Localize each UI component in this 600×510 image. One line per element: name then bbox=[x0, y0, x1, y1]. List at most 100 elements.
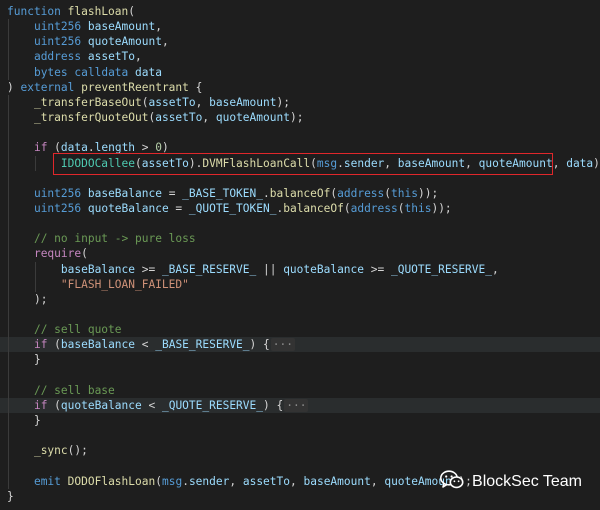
code-token: data bbox=[135, 65, 162, 79]
code-token: baseAmount bbox=[209, 95, 277, 109]
code-line: _transferQuoteOut(assetTo, quoteAmount); bbox=[0, 110, 600, 125]
code-token: } bbox=[33, 353, 41, 367]
code-line: "FLASH_LOAN_FAILED" bbox=[0, 277, 600, 292]
code-token: "FLASH_LOAN_FAILED" bbox=[60, 277, 189, 291]
code-token: uint256 bbox=[33, 201, 82, 215]
code-line: _sync(); bbox=[0, 443, 600, 458]
code-token: , bbox=[370, 474, 385, 488]
code-token: flashLoan bbox=[67, 5, 129, 18]
code-token: function bbox=[7, 5, 61, 18]
code-token: _transferBaseOut bbox=[33, 95, 142, 109]
indent-guide bbox=[8, 19, 9, 80]
indent-guide bbox=[8, 94, 9, 489]
code-line: uint256 quoteBalance = _QUOTE_TOKEN_.bal… bbox=[0, 201, 600, 216]
code-token: } bbox=[7, 489, 14, 503]
code-token: baseBalance bbox=[60, 262, 135, 276]
code-token: external bbox=[20, 80, 75, 94]
code-line: ); bbox=[0, 292, 600, 307]
code-token: this bbox=[404, 201, 432, 215]
code-token: || bbox=[256, 262, 284, 276]
code-token: >= bbox=[134, 262, 162, 276]
code-line: if (quoteBalance < _QUOTE_RESERVE_) {··· bbox=[0, 397, 600, 413]
code-token: ); bbox=[593, 156, 600, 170]
code-token: require bbox=[33, 247, 82, 261]
code-token: quoteAmount bbox=[215, 111, 290, 125]
code-token: address bbox=[350, 201, 398, 215]
code-token: . bbox=[182, 474, 189, 488]
code-line: require( bbox=[0, 246, 600, 261]
code-token: _BASE_RESERVE_ bbox=[155, 338, 250, 352]
indent-guide bbox=[35, 261, 36, 292]
code-token: data bbox=[566, 156, 594, 170]
code-line: bytes calldata data bbox=[0, 65, 600, 80]
code-token: ( bbox=[81, 247, 88, 261]
code-line: baseBalance >= _BASE_RESERVE_ || quoteBa… bbox=[0, 262, 600, 277]
code-token: , bbox=[290, 474, 304, 488]
code-token: _transferQuoteOut bbox=[33, 111, 149, 125]
code-token: quoteBalance bbox=[283, 262, 365, 276]
code-token: )); bbox=[431, 201, 452, 215]
code-line: if (baseBalance < _BASE_RESERVE_) {··· bbox=[0, 337, 600, 353]
code-token: uint256 bbox=[33, 186, 82, 200]
code-token: quoteAmount bbox=[87, 35, 162, 49]
code-token: calldata bbox=[74, 65, 129, 79]
code-token: _BASE_TOKEN_ bbox=[182, 186, 263, 200]
code-token: if bbox=[33, 141, 48, 155]
code-token: address bbox=[337, 186, 385, 200]
code-token: ( bbox=[47, 398, 61, 412]
code-line: // sell base bbox=[0, 383, 600, 398]
code-token: _BASE_RESERVE_ bbox=[161, 262, 257, 276]
code-token: < bbox=[135, 338, 156, 352]
code-token: , bbox=[229, 474, 243, 488]
code-token: balanceOf bbox=[283, 201, 344, 215]
code-token: ) { bbox=[249, 338, 270, 352]
code-token: quoteBalance bbox=[87, 201, 169, 215]
code-line: address assetTo, bbox=[0, 49, 600, 64]
code-token: ( bbox=[155, 474, 162, 488]
code-token: _QUOTE_RESERVE_ bbox=[161, 398, 264, 412]
code-token: = bbox=[168, 201, 189, 215]
code-token: ) { bbox=[263, 398, 284, 412]
fold-ellipsis[interactable]: ··· bbox=[270, 338, 295, 352]
code-token: , bbox=[202, 111, 216, 125]
watermark-text: BlockSec Team bbox=[472, 473, 582, 490]
code-line: _transferBaseOut(assetTo, baseAmount); bbox=[0, 95, 600, 110]
fold-ellipsis[interactable]: ··· bbox=[284, 398, 309, 412]
code-token: address bbox=[33, 50, 82, 64]
code-token: ( bbox=[397, 201, 405, 215]
code-token: _QUOTE_RESERVE_ bbox=[390, 262, 493, 276]
code-token: bytes bbox=[33, 65, 68, 79]
code-token: uint256 bbox=[33, 20, 82, 34]
code-token: )); bbox=[417, 186, 439, 200]
code-token: ) bbox=[7, 80, 21, 94]
code-line: uint256 baseBalance = _BASE_TOKEN_.balan… bbox=[0, 186, 600, 201]
code-token: ); bbox=[276, 95, 290, 109]
code-token: if bbox=[33, 398, 48, 412]
code-token: uint256 bbox=[33, 35, 82, 49]
code-token: assetTo bbox=[155, 111, 203, 125]
code-token: ( bbox=[128, 5, 136, 18]
code-line: // no input -> pure loss bbox=[0, 231, 600, 246]
code-token: ( bbox=[47, 338, 61, 352]
code-token: // no input -> pure loss bbox=[33, 232, 196, 246]
code-editor[interactable]: function flashLoan( uint256 baseAmount, … bbox=[0, 0, 600, 510]
code-token: DODOFlashLoan bbox=[67, 474, 156, 488]
code-token: quoteBalance bbox=[60, 398, 142, 412]
